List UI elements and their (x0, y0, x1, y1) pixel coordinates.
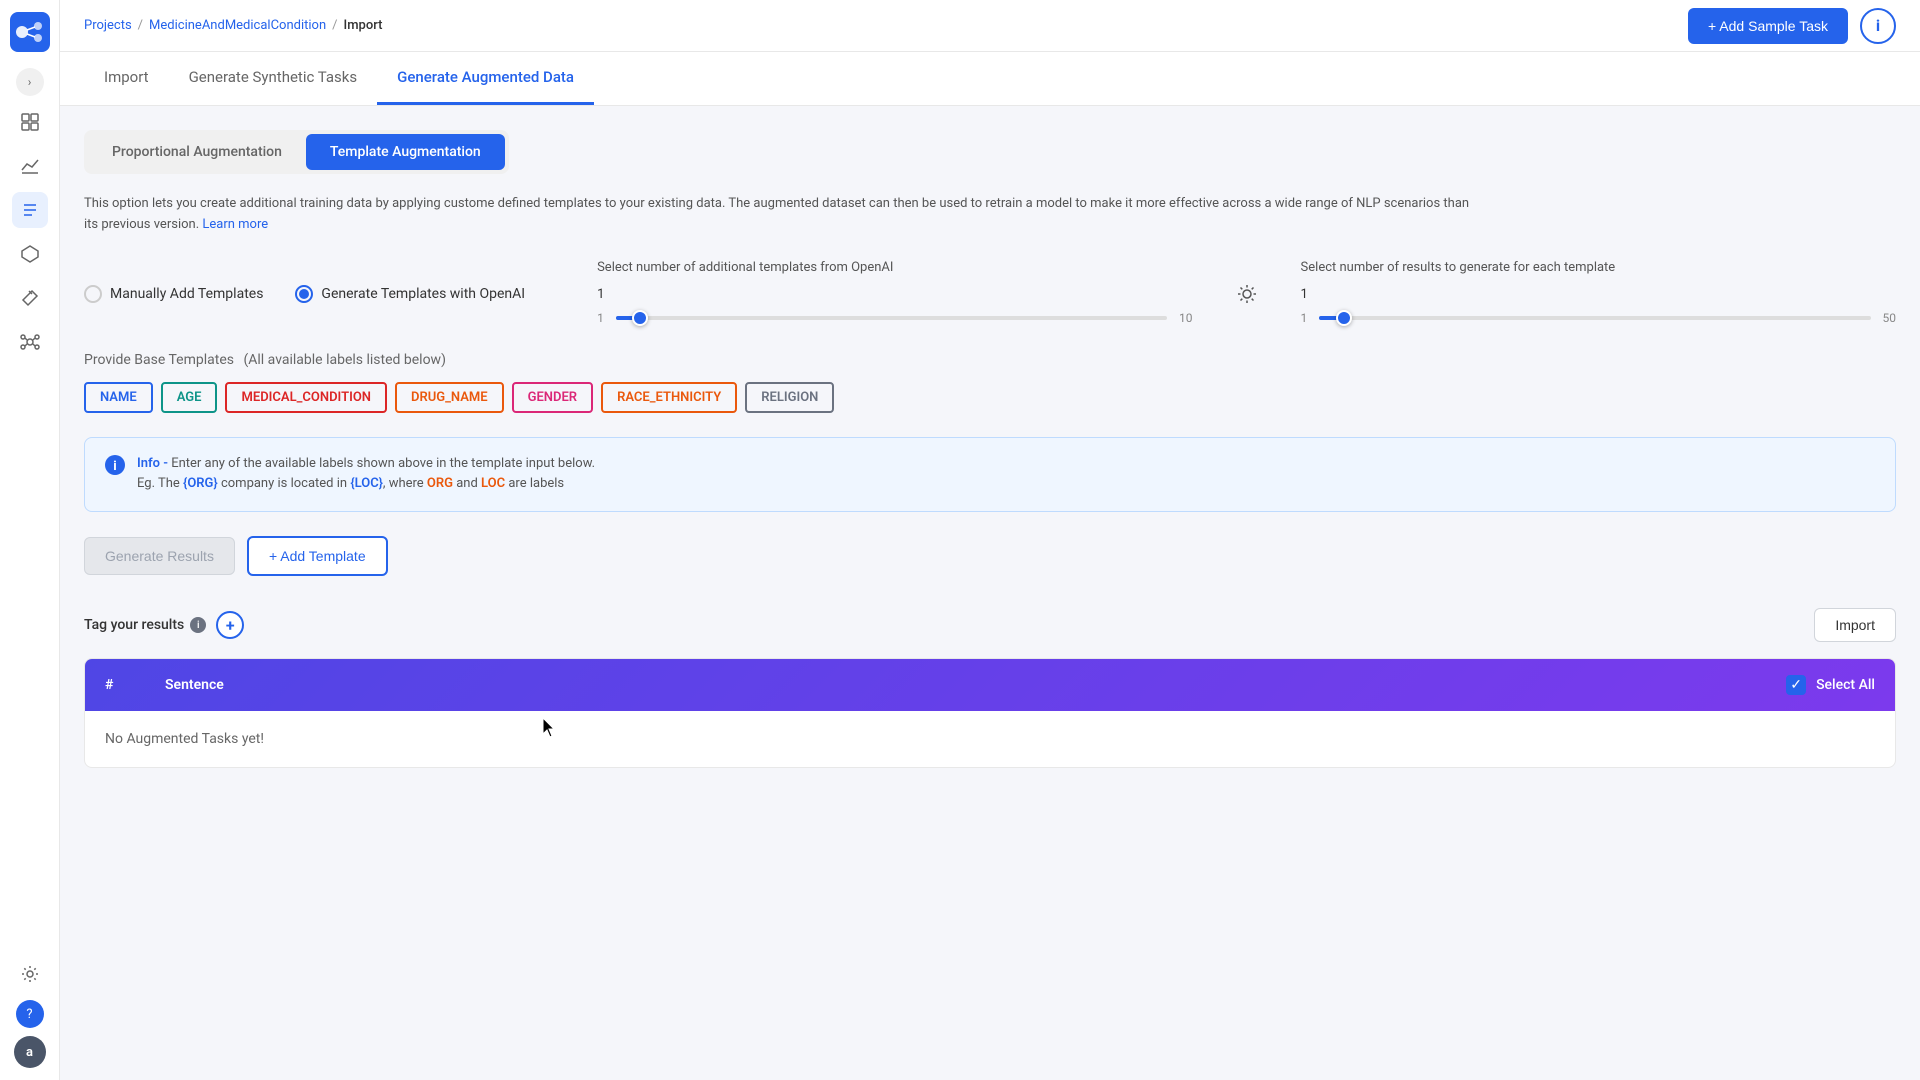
svg-text:i: i (113, 459, 116, 474)
results-table: # Sentence ✓ Select All No Augmented Tas… (84, 658, 1896, 768)
label-gender: GENDER (512, 382, 593, 413)
tab-augmented[interactable]: Generate Augmented Data (377, 52, 594, 105)
add-template-button[interactable]: + Add Template (247, 536, 388, 576)
info-icon: i (105, 455, 125, 480)
radio-manually-circle (84, 285, 102, 303)
radio-group: Manually Add Templates Generate Template… (84, 260, 1896, 328)
table-select-all[interactable]: ✓ Select All (1786, 675, 1875, 695)
templates-slider-wrapper[interactable] (616, 308, 1167, 328)
templates-slider-label: Select number of additional templates fr… (597, 260, 1192, 275)
sidebar: › (0, 0, 60, 1080)
sidebar-item-tools[interactable] (12, 280, 48, 316)
sidebar-item-tasks[interactable] (12, 192, 48, 228)
label-drug-name: DRUG_NAME (395, 382, 504, 413)
description-text: This option lets you create additional t… (84, 194, 1484, 236)
info-text: Info - Enter any of the available labels… (137, 454, 595, 496)
results-slider-group: Select number of results to generate for… (1301, 260, 1896, 328)
sidebar-item-settings[interactable] (12, 956, 48, 992)
select-all-label[interactable]: Select All (1816, 677, 1875, 693)
app-logo[interactable] (10, 12, 50, 52)
user-avatar[interactable]: a (14, 1036, 46, 1068)
select-all-checkbox[interactable]: ✓ (1786, 675, 1806, 695)
table-body: No Augmented Tasks yet! (85, 711, 1895, 767)
results-slider-value: 1 (1301, 287, 1896, 302)
header-right: + Add Sample Task i (1688, 8, 1896, 44)
help-button[interactable]: ? (16, 1000, 44, 1028)
page-content: Proportional Augmentation Template Augme… (60, 106, 1920, 1080)
add-sample-button[interactable]: + Add Sample Task (1688, 8, 1848, 44)
sliders-container: Select number of additional templates fr… (597, 260, 1896, 328)
tag-results-row: Tag your results i + Import (84, 608, 1896, 642)
learn-more-link[interactable]: Learn more (202, 217, 268, 232)
tag-add-button[interactable]: + (216, 611, 244, 639)
sidebar-item-models[interactable] (12, 236, 48, 272)
templates-slider-value: 1 (597, 287, 1192, 302)
tab-import[interactable]: Import (84, 52, 169, 105)
breadcrumb-project[interactable]: MedicineAndMedicalCondition (149, 18, 326, 33)
breadcrumb: Projects / MedicineAndMedicalCondition /… (84, 18, 382, 33)
top-header: Projects / MedicineAndMedicalCondition /… (60, 0, 1920, 52)
label-age: AGE (161, 382, 218, 413)
label-medical-condition: MEDICAL_CONDITION (225, 382, 387, 413)
main-content: Projects / MedicineAndMedicalCondition /… (60, 0, 1920, 1080)
breadcrumb-current: Import (344, 18, 383, 33)
table-col-num: # (105, 677, 165, 693)
results-slider-label: Select number of results to generate for… (1301, 260, 1896, 275)
templates-slider-group: Select number of additional templates fr… (597, 260, 1192, 328)
breadcrumb-sep1: / (138, 18, 143, 33)
label-name: NAME (84, 382, 153, 413)
tag-results-label: Tag your results i (84, 617, 206, 633)
info-box: i Info - Enter any of the available labe… (84, 437, 1896, 513)
table-col-sentence: Sentence (165, 677, 1786, 693)
generate-results-button[interactable]: Generate Results (84, 537, 235, 575)
sidebar-item-analytics[interactable] (12, 148, 48, 184)
breadcrumb-sep2: / (332, 18, 337, 33)
import-button[interactable]: Import (1814, 608, 1896, 642)
aug-tabs: Proportional Augmentation Template Augme… (84, 130, 509, 174)
tag-results-info-icon: i (190, 617, 206, 633)
radio-openai-circle (295, 285, 313, 303)
breadcrumb-projects[interactable]: Projects (84, 18, 132, 33)
aug-tab-template[interactable]: Template Augmentation (306, 134, 505, 170)
sidebar-item-network[interactable] (12, 324, 48, 360)
results-slider-wrapper[interactable] (1319, 308, 1870, 328)
base-templates-title: Provide Base Templates (All available la… (84, 352, 1896, 368)
table-header: # Sentence ✓ Select All (85, 659, 1895, 711)
sidebar-item-dashboard[interactable] (12, 104, 48, 140)
info-button[interactable]: i (1860, 8, 1896, 44)
nav-tabs: Import Generate Synthetic Tasks Generate… (60, 52, 1920, 106)
radio-openai[interactable]: Generate Templates with OpenAI (295, 285, 525, 303)
tab-synthetic[interactable]: Generate Synthetic Tasks (169, 52, 378, 105)
sidebar-toggle[interactable]: › (16, 68, 44, 96)
gear-icon[interactable] (1233, 280, 1261, 308)
radio-manually[interactable]: Manually Add Templates (84, 285, 263, 303)
buttons-row: Generate Results + Add Template (84, 536, 1896, 576)
label-religion: RELIGION (745, 382, 834, 413)
label-race-ethnicity: RACE_ETHNICITY (601, 382, 737, 413)
labels-row: NAME AGE MEDICAL_CONDITION DRUG_NAME GEN… (84, 382, 1896, 413)
aug-tab-proportional[interactable]: Proportional Augmentation (88, 134, 306, 170)
no-tasks-message: No Augmented Tasks yet! (105, 731, 1875, 747)
